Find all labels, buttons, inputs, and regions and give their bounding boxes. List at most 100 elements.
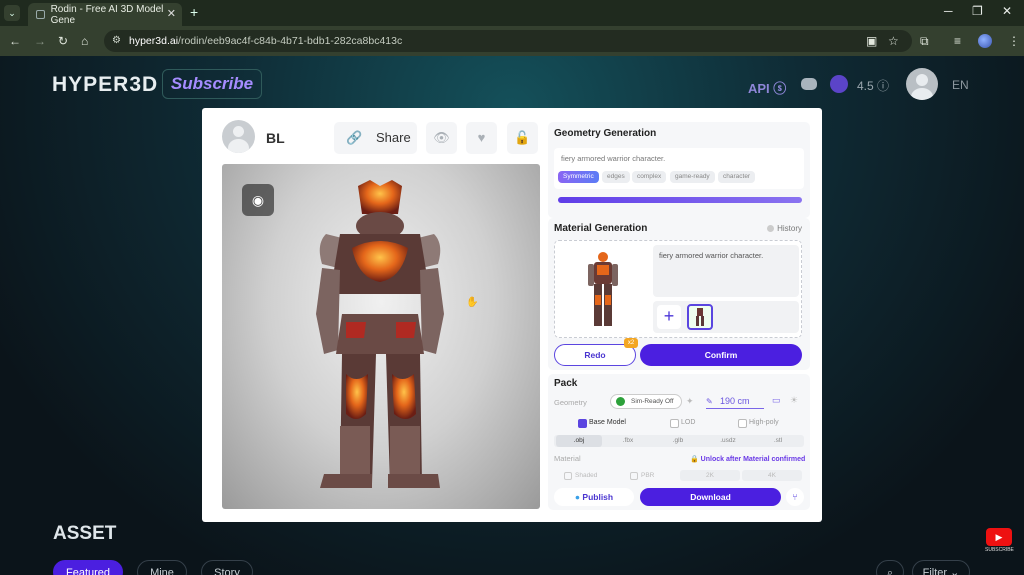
new-tab-icon[interactable]: + [190,4,198,20]
api-label: API [748,81,770,96]
download-button[interactable]: Download [640,488,781,506]
geometry-progress-bar [558,197,802,203]
youtube-subscribe-label: SUBSCRIBE [985,547,1014,553]
share-label: Share [376,130,411,145]
creator-avatar[interactable] [222,120,255,153]
sparkle-icon[interactable]: ✦ [686,396,694,407]
warrior-model [316,180,444,488]
resolution-4k[interactable]: 4K [742,470,802,481]
youtube-play-icon[interactable]: ▶ [986,528,1012,546]
browser-tab[interactable]: Rodin - Free AI 3D Model Gene ✕ [28,3,182,26]
forward-icon[interactable]: → [34,34,46,48]
add-reference-icon[interactable]: + [657,305,681,329]
search-icon[interactable]: ⌕ [876,560,904,575]
high-poly-checkbox[interactable]: High-poly [738,417,779,429]
browser-menu-icon[interactable]: ⋮ [1008,34,1020,48]
like-heart-icon[interactable]: ♥ [466,122,497,154]
ruler-icon[interactable]: ▭ [772,395,781,406]
unlock-note: 🔒 Unlock after Material confirmed [690,456,806,463]
format-selector: .obj .fbx .glb .usdz .stl [554,435,804,447]
chip-complex[interactable]: complex [632,171,667,183]
base-model-checkbox[interactable]: Base Model [578,417,626,429]
chip-game-ready[interactable]: game-ready [670,171,715,183]
redo-button[interactable]: Redo [554,344,636,366]
url-field[interactable]: ⚙ hyper3d.ai/rodin/eeb9ac4f-c84b-4b71-bd… [104,30,912,52]
site-logo[interactable]: HYPER3D [52,73,158,97]
language-switch[interactable]: EN [952,78,969,92]
pencil-icon: ✎ [706,397,713,406]
light-icon[interactable]: ☀ [790,395,798,406]
material-preview-image [588,252,618,326]
tab-mine[interactable]: Mine [137,560,187,575]
tab-featured[interactable]: Featured [53,560,123,575]
hand-cursor-icon: ✋ [466,297,479,308]
geometry-title: Geometry Generation [554,128,657,139]
height-input[interactable]: ✎ 190 cm [706,394,764,409]
bookmark-star-icon[interactable]: ☆ [888,34,899,48]
sim-ready-toggle[interactable]: Sim-Ready Off [610,394,682,409]
material-box: fiery armored warrior character. + [554,240,802,338]
resolution-2k[interactable]: 2K [680,470,740,481]
reference-thumbnail-image [696,308,704,326]
share-button[interactable]: 🔗 Share [334,122,417,154]
link-icon: 🔗 [346,130,363,145]
material-generation-card: Material Generation History fiery armore… [548,218,810,370]
visibility-eye-icon[interactable]: 👁 [426,122,457,154]
geometry-prompt[interactable]: fiery armored warrior character. Symmetr… [554,148,804,189]
pbr-checkbox[interactable]: PBR [630,470,654,481]
pack-card: Pack Geometry Sim-Ready Off ✦ ✎ 190 cm ▭… [548,374,810,510]
reload-icon[interactable]: ↻ [58,34,68,48]
tab-title: Rodin - Free AI 3D Model Gene [50,3,164,26]
creator-name: BL [266,130,285,146]
site-info-icon[interactable]: ⚙ [112,30,121,52]
restore-icon[interactable]: ❐ [972,4,983,18]
chip-character[interactable]: character [718,171,756,183]
minimize-icon[interactable]: ─ [944,4,953,18]
back-icon[interactable]: ← [9,34,21,48]
model-viewer[interactable]: ◉ ✋ [222,164,540,509]
material-label: Material [554,454,581,463]
format-fbx[interactable]: .fbx [605,435,651,447]
material-prompt[interactable]: fiery armored warrior character. [653,245,799,297]
asset-heading: ASSET [53,523,117,544]
wallet-icon[interactable] [830,75,848,93]
credit-balance: 4.5 ⓘ [857,79,890,93]
subscribe-button[interactable]: Subscribe [162,69,262,99]
format-usdz[interactable]: .usdz [705,435,751,447]
tab-story[interactable]: Story [201,560,253,575]
height-unit: cm [737,396,750,406]
height-value: 190 [720,396,736,406]
geometry-generation-card: Geometry Generation fiery armored warrio… [548,122,810,218]
close-window-icon[interactable]: ✕ [1002,4,1012,18]
filter-button[interactable]: Filter ⌄ [912,560,970,575]
tab-list-chevron-icon[interactable]: ⌄ [4,5,20,21]
lod-checkbox[interactable]: LOD [670,417,695,429]
chip-edges[interactable]: edges [602,171,630,183]
publish-icon: ● [574,492,581,502]
extensions-icon[interactable]: ⧉ [920,34,929,49]
format-glb[interactable]: .glb [655,435,701,447]
unlock-icon[interactable]: 🔓 [507,122,538,154]
browser-profile-avatar[interactable] [978,34,992,48]
model-detail-modal: BL 🔗 Share 👁 ♥ 🔓 ◉ ✋ Geometry Generation… [202,108,822,522]
format-stl[interactable]: .stl [755,435,801,447]
fork-icon[interactable]: ⑂ [786,488,804,506]
home-icon[interactable]: ⌂ [81,34,88,48]
confirm-button[interactable]: Confirm [640,344,802,366]
format-obj[interactable]: .obj [556,435,602,447]
material-title: Material Generation [554,223,648,234]
geometry-prompt-text: fiery armored warrior character. [561,154,666,163]
close-tab-icon[interactable]: ✕ [167,7,176,20]
shaded-checkbox[interactable]: Shaded [564,470,597,481]
install-app-icon[interactable]: ▣ [866,34,877,48]
browser-tab-bar: ⌄ Rodin - Free AI 3D Model Gene ✕ + ─ ❐ … [0,0,1024,26]
media-control-icon[interactable]: ≡ [954,34,961,48]
api-link[interactable]: API ⓢ [748,78,786,97]
history-button[interactable]: History [767,224,802,233]
user-avatar[interactable] [906,68,938,100]
discord-icon[interactable] [801,78,817,90]
pack-title: Pack [554,378,578,389]
publish-button[interactable]: ● Publish [554,488,634,506]
reference-thumbnail[interactable] [687,304,713,330]
chip-symmetric[interactable]: Symmetric [558,171,599,183]
